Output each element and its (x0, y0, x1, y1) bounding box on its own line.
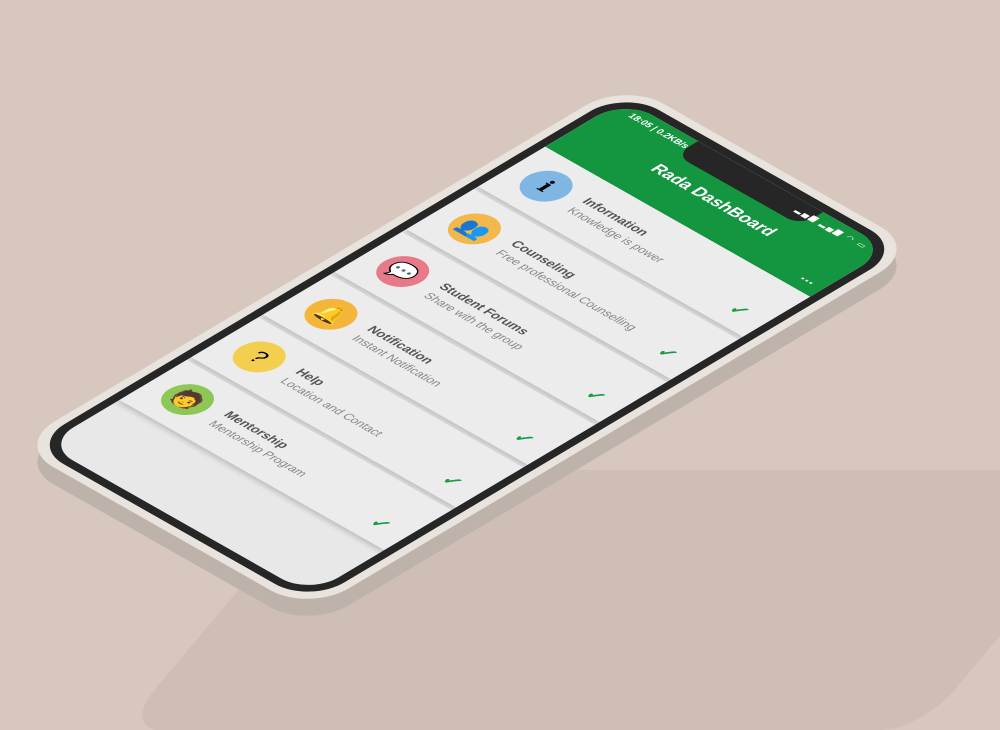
student-forums-icon: 💬 (365, 249, 441, 294)
check-icon: ✓ (436, 471, 469, 491)
mentorship-icon: 🧑 (150, 377, 225, 422)
check-icon: ✓ (723, 300, 756, 320)
counseling-icon: 👥 (436, 207, 512, 251)
check-icon: ✓ (651, 343, 685, 363)
status-time: 18:05 | 0.2KB/s (625, 112, 692, 151)
check-icon: ✓ (507, 428, 541, 448)
check-icon: ✓ (579, 386, 613, 406)
check-icon: ✓ (364, 514, 398, 534)
help-icon: ? (221, 335, 297, 379)
information-icon: ℹ (508, 164, 584, 208)
more-menu-icon[interactable]: ⋮ (793, 273, 819, 288)
notification-icon: 🔔 (293, 292, 369, 337)
